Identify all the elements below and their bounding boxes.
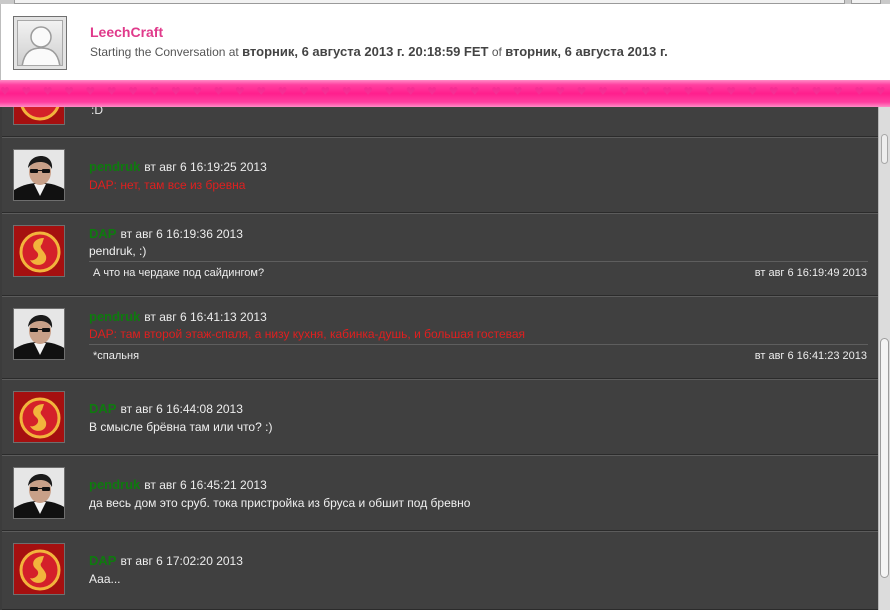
subtitle-of: of <box>491 45 502 59</box>
chat-log[interactable]: :D pendruk вт авг 6 16:19:25 2013 DAP: не… <box>0 107 878 610</box>
message-text: DAP: там второй этаж-спаля, а низу кухня… <box>89 327 526 341</box>
dragon-emblem-icon <box>13 107 65 125</box>
message-time: вт авг 6 16:45:21 2013 <box>144 478 267 492</box>
chat-scrollbar[interactable] <box>878 107 890 610</box>
dragon-emblem-icon <box>13 543 65 595</box>
heart-icon-row: ♥ ♥ ♥ ♥ ♥ ♥ ♥ ♥ ♥ ♥ ♥ ♥ ♥ ♥ ♥ ♥ ♥ ♥ ♥ ♥ … <box>0 85 890 98</box>
sub-message-text: *спальня <box>93 350 140 362</box>
sub-message-time: вт авг 6 16:41:23 2013 <box>754 350 867 362</box>
message-header: pendruk вт авг 6 16:41:13 2013 <box>89 309 267 324</box>
message-text: Ааа... <box>89 572 121 586</box>
scrollbar-thumb[interactable] <box>880 338 889 578</box>
message-text: :D <box>91 107 103 117</box>
message-time: вт авг 6 16:41:13 2013 <box>144 310 267 324</box>
message-time: вт авг 6 16:19:36 2013 <box>120 227 243 241</box>
nick-label[interactable]: pendruk <box>89 477 140 492</box>
message-header: DAP вт авг 6 16:19:36 2013 <box>89 226 243 241</box>
dragon-emblem-icon <box>13 225 65 277</box>
message-header: DAP вт авг 6 16:44:08 2013 <box>89 401 243 416</box>
message-item: pendruk вт авг 6 16:45:21 2013 да весь до… <box>2 455 878 531</box>
scrollbar-top-cap[interactable] <box>881 134 888 164</box>
message-header: pendruk вт авг 6 16:45:21 2013 <box>89 477 267 492</box>
dragon-emblem-icon <box>13 391 65 443</box>
user-photo-icon <box>13 149 65 201</box>
nick-label[interactable]: DAP <box>89 401 116 416</box>
message-text: pendruk, :) <box>89 244 147 258</box>
default-user-icon <box>13 16 67 70</box>
nick-label[interactable]: DAP <box>89 553 116 568</box>
message-header: DAP вт авг 6 17:02:20 2013 <box>89 553 243 568</box>
user-photo-icon <box>13 467 65 519</box>
message-time: вт авг 6 16:44:08 2013 <box>120 402 243 416</box>
subtitle-prefix: Starting the Conversation at <box>90 45 239 59</box>
conversation-start-info: Starting the Conversation at вторник, 6 … <box>90 44 668 59</box>
conversation-header: LeechCraft Starting the Conversation at … <box>0 4 890 80</box>
message-text: да весь дом это сруб. тока пристройка из… <box>89 496 471 510</box>
message-text: DAP: нет, там все из бревна <box>89 178 246 192</box>
message-partial: :D <box>2 107 878 137</box>
user-photo-icon <box>13 308 65 360</box>
heart-pattern-band: ♥ ♥ ♥ ♥ ♥ ♥ ♥ ♥ ♥ ♥ ♥ ♥ ♥ ♥ ♥ ♥ ♥ ♥ ♥ ♥ … <box>0 80 890 107</box>
message-time: вт авг 6 17:02:20 2013 <box>120 554 243 568</box>
sub-message-divider <box>89 261 868 262</box>
message-header: pendruk вт авг 6 16:19:25 2013 <box>89 159 267 174</box>
message-item: DAP вт авг 6 17:02:20 2013 Ааа... <box>2 531 878 610</box>
app-title: LeechCraft <box>90 24 164 40</box>
start-date: вторник, 6 августа 2013 г. <box>505 44 668 59</box>
message-item: DAP вт авг 6 16:19:36 2013 pendruk, :) А … <box>2 213 878 296</box>
sub-message-time: вт авг 6 16:19:49 2013 <box>754 267 867 279</box>
sub-message-text: А что на чердаке под сайдингом? <box>93 267 265 279</box>
message-time: вт авг 6 16:19:25 2013 <box>144 160 267 174</box>
start-datetime: вторник, 6 августа 2013 г. 20:18:59 FET <box>242 44 489 59</box>
nick-label[interactable]: DAP <box>89 226 116 241</box>
message-item: DAP вт авг 6 16:44:08 2013 В смысле брёвн… <box>2 379 878 455</box>
message-text: В смысле брёвна там или что? :) <box>89 420 273 434</box>
sub-message-divider <box>89 344 868 345</box>
message-item: pendruk вт авг 6 16:19:25 2013 DAP: нет, … <box>2 137 878 213</box>
message-item: pendruk вт авг 6 16:41:13 2013 DAP: там в… <box>2 296 878 379</box>
nick-label[interactable]: pendruk <box>89 309 140 324</box>
nick-label[interactable]: pendruk <box>89 159 140 174</box>
